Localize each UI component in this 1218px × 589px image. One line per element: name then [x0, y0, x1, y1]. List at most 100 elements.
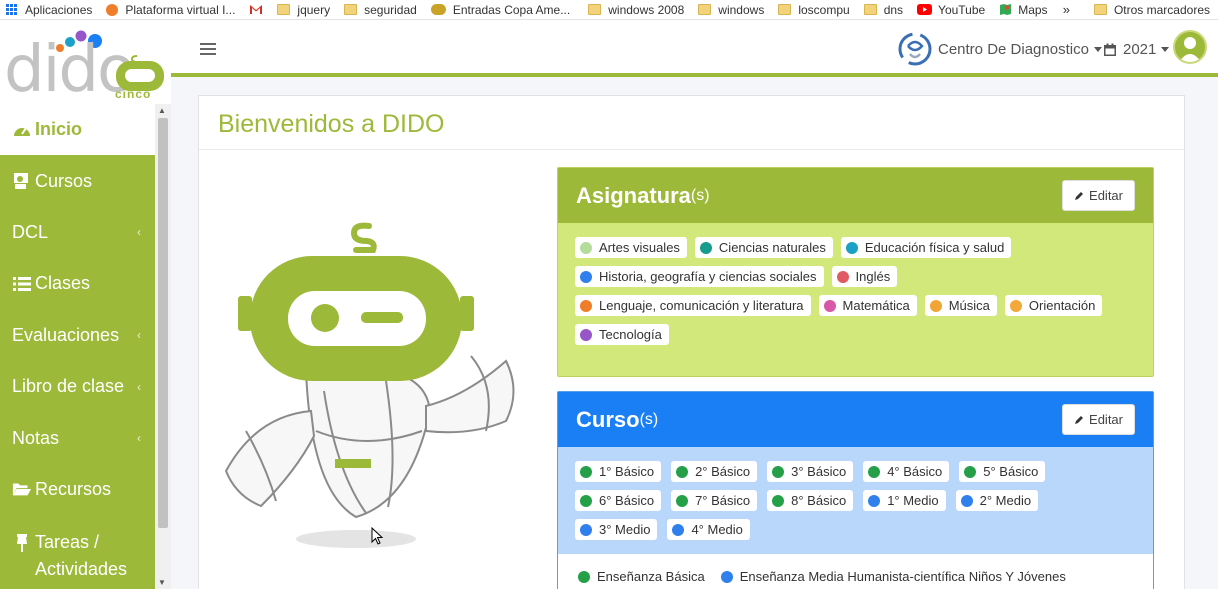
curso-chip[interactable]: 7° Básico — [671, 490, 758, 511]
color-dot-icon — [845, 241, 858, 254]
bookmark-windows[interactable]: windows — [692, 0, 772, 19]
bookmark-apps[interactable]: Aplicaciones — [0, 0, 100, 19]
curso-chip[interactable]: 1° Básico — [575, 461, 662, 482]
color-dot-icon — [868, 494, 881, 507]
cursos-panel: Curso (s) Editar 1° Básico 2° Básico 3° Bás… — [557, 391, 1154, 589]
cursos-legend: Enseñanza Básica Enseñanza Media Humanist… — [558, 554, 1153, 589]
asignatura-chip[interactable]: Inglés — [831, 266, 898, 287]
cursos-header: Curso (s) Editar — [558, 392, 1153, 447]
asignatura-chip[interactable]: Matemática — [818, 295, 917, 316]
curso-chip[interactable]: 4° Básico — [863, 461, 950, 482]
asignaturas-header: Asignatura (s) Editar — [558, 168, 1153, 223]
color-dot-icon — [964, 465, 977, 478]
color-dot-icon — [580, 494, 592, 507]
chevron-left-icon: ‹ — [137, 379, 141, 394]
curso-chip[interactable]: 2° Medio — [955, 490, 1039, 511]
welcome-card: Bienvenidos a DIDO Asignatura (s) Editar… — [198, 95, 1185, 589]
color-dot-icon — [578, 570, 590, 583]
edit-cursos-button[interactable]: Editar — [1062, 404, 1135, 435]
sidebar-item-evaluaciones[interactable]: Evaluaciones ‹ — [0, 310, 155, 361]
asignatura-chip[interactable]: Historia, geografía y ciencias sociales — [575, 266, 824, 287]
folder-open-icon — [12, 483, 32, 496]
folder-icon — [588, 4, 602, 15]
curso-chip[interactable]: 3° Medio — [575, 519, 658, 540]
year-selector[interactable]: 2021 — [1103, 41, 1170, 58]
curso-chip[interactable]: 3° Básico — [767, 461, 854, 482]
curso-chip[interactable]: 8° Básico — [767, 490, 854, 511]
curso-chip[interactable]: 1° Medio — [863, 490, 946, 511]
color-dot-icon — [720, 570, 733, 583]
asignatura-chip[interactable]: Música — [924, 295, 997, 316]
color-dot-icon — [929, 299, 942, 312]
asignatura-chip[interactable]: Artes visuales — [575, 237, 687, 258]
sidebar-scrollbar[interactable]: ▲ ▼ — [155, 104, 171, 589]
asignatura-chip[interactable]: Lenguaje, comunicación y literatura — [575, 295, 811, 316]
scroll-up-icon[interactable]: ▲ — [158, 106, 166, 115]
asignatura-chip[interactable]: Tecnología — [575, 324, 669, 345]
asignatura-chip[interactable]: Orientación — [1004, 295, 1103, 316]
bookmark-seguridad[interactable]: seguridad — [338, 0, 425, 19]
sidebar-item-notas[interactable]: Notas ‹ — [0, 412, 155, 463]
bookmark-youtube[interactable]: YouTube — [911, 0, 993, 19]
edit-asignaturas-button[interactable]: Editar — [1062, 180, 1135, 211]
color-dot-icon — [676, 494, 689, 507]
gmail-icon — [250, 5, 263, 14]
school-selector[interactable]: Centro De Diagnostico — [898, 32, 1102, 66]
sidebar-item-tareas[interactable]: Tareas / Actividades — [0, 515, 155, 585]
folder-icon — [1093, 4, 1107, 15]
school-logo-icon — [898, 32, 932, 66]
legend-item: Enseñanza Básica — [578, 569, 705, 584]
calendar-icon — [1104, 43, 1116, 56]
chevron-left-icon: ‹ — [137, 225, 141, 240]
color-dot-icon — [672, 523, 685, 536]
bookmark-jquery[interactable]: jquery — [271, 0, 338, 19]
folder-icon — [277, 4, 291, 15]
bookmark-otros[interactable]: Otros marcadores — [1088, 0, 1218, 19]
curso-chip[interactable]: 5° Básico — [959, 461, 1046, 482]
scrollbar-thumb[interactable] — [158, 118, 168, 528]
bookmark-entradas[interactable]: Entradas Copa Ame... — [425, 0, 578, 19]
asignatura-chip[interactable]: Ciencias naturales — [694, 237, 833, 258]
user-avatar[interactable] — [1173, 30, 1207, 64]
color-dot-icon — [960, 494, 973, 507]
sidebar-item-cursos[interactable]: Cursos — [0, 155, 155, 206]
bookmark-dns[interactable]: dns — [858, 0, 911, 19]
sidebar-item-clases[interactable]: Clases — [0, 258, 155, 309]
asignatura-chip[interactable]: Educación física y salud — [840, 237, 1012, 258]
curso-chip[interactable]: 2° Básico — [671, 461, 758, 482]
youtube-icon — [917, 4, 933, 15]
bookmark-windows2008[interactable]: windows 2008 — [582, 0, 692, 19]
color-dot-icon — [1009, 299, 1022, 312]
dashboard-icon — [14, 127, 30, 136]
bookmarks-overflow-button[interactable]: » — [1063, 2, 1070, 17]
color-dot-icon — [699, 241, 712, 254]
curso-chip[interactable]: 4° Medio — [667, 519, 750, 540]
chevron-left-icon: ‹ — [137, 328, 141, 343]
folder-icon — [778, 4, 792, 15]
bookmark-loscompu[interactable]: loscompu — [772, 0, 857, 19]
asignaturas-panel: Asignatura (s) Editar Artes visuales Cienc… — [557, 167, 1154, 377]
scroll-down-icon[interactable]: ▼ — [158, 578, 166, 587]
color-dot-icon — [580, 328, 592, 341]
folder-icon — [698, 4, 712, 15]
bookmark-maps[interactable]: Maps — [993, 0, 1055, 19]
page-title: Bienvenidos a DIDO — [199, 96, 1184, 150]
sidebar-item-recursos[interactable]: Recursos — [0, 464, 155, 515]
sidebar: dido cinco Inicio Cursos DCL ‹ Clases Ev… — [0, 20, 171, 589]
sidebar-item-libro-de-clase[interactable]: Libro de clase ‹ — [0, 361, 155, 412]
bookmark-plataforma[interactable]: Plataforma virtual I... — [100, 0, 243, 19]
curso-chip[interactable]: 6° Básico — [575, 490, 662, 511]
bookmark-gmail[interactable] — [243, 0, 271, 19]
color-dot-icon — [772, 494, 785, 507]
sidebar-item-dcl[interactable]: DCL ‹ — [0, 207, 155, 258]
dido-logo[interactable]: dido cinco — [0, 20, 171, 104]
hamburger-menu-icon[interactable] — [200, 43, 216, 55]
apps-grid-icon — [6, 4, 17, 15]
sidebar-item-inicio[interactable]: Inicio — [0, 104, 155, 156]
color-dot-icon — [772, 465, 785, 478]
color-dot-icon — [580, 241, 592, 254]
color-dot-icon — [580, 299, 592, 312]
color-dot-icon — [580, 523, 592, 536]
color-dot-icon — [868, 465, 881, 478]
teacher-icon — [14, 173, 28, 190]
